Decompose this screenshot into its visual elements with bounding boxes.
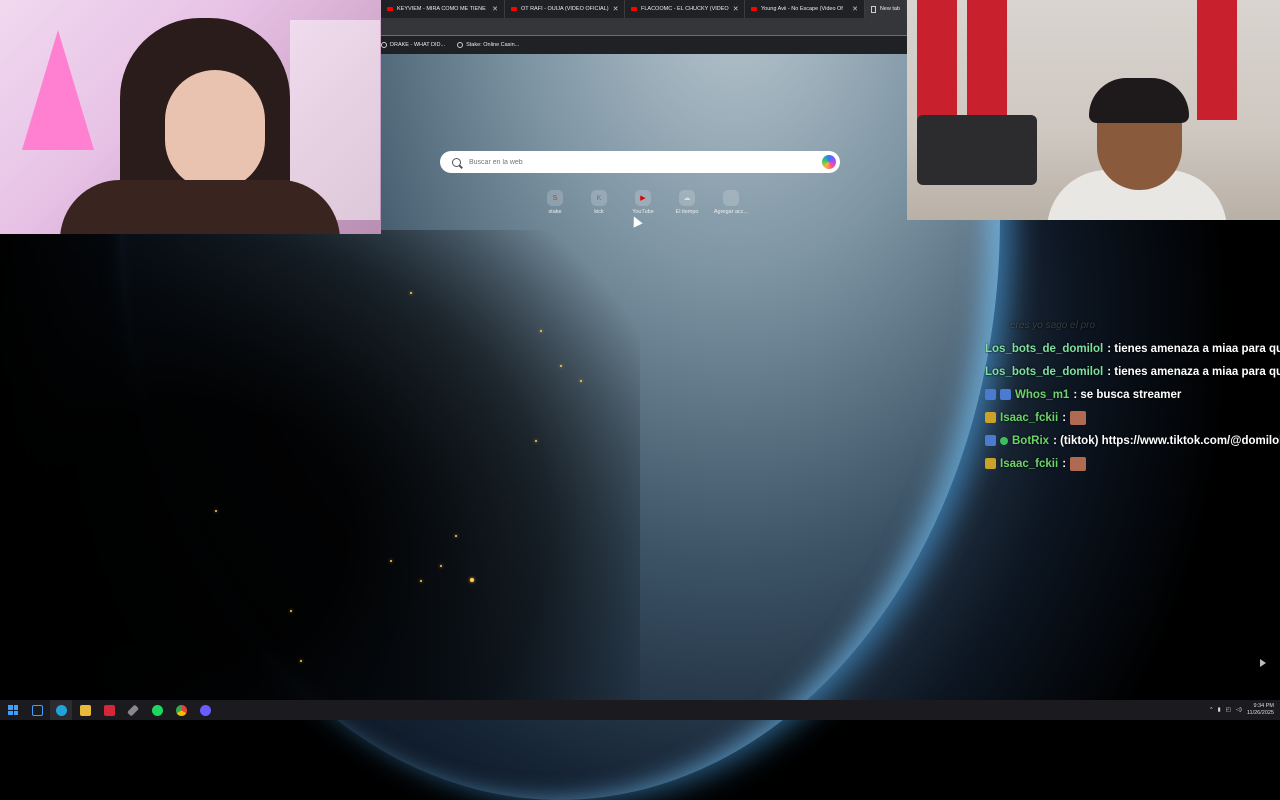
chat-message: BotRix: (tiktok) https://www.tiktok.com/… bbox=[985, 429, 1280, 452]
webcam-guest bbox=[907, 0, 1280, 220]
chat-faded-line: eres yo sago el pro bbox=[1010, 320, 1096, 331]
copilot-icon[interactable] bbox=[822, 155, 836, 169]
verified-icon bbox=[1000, 436, 1008, 445]
shortcut-add[interactable]: + Agregar acc... bbox=[714, 190, 748, 215]
shortcut-stake[interactable]: Sstake bbox=[540, 190, 570, 215]
stake-icon: S bbox=[547, 190, 563, 206]
weather-icon: ☁ bbox=[679, 190, 695, 206]
bookmark-drake[interactable]: DRAKE - WHAT DID... bbox=[381, 42, 445, 48]
app-red-button[interactable] bbox=[98, 700, 120, 720]
tab-ot-rafi[interactable]: OT RAFI - OUIJA (VIDEO OFICIAL) ✕ bbox=[505, 0, 625, 18]
badge-icon bbox=[1000, 389, 1011, 400]
chat-message: Los_bots_de_domilol: tienes amenaza a mi… bbox=[985, 365, 1280, 378]
search-icon bbox=[452, 157, 461, 167]
browser-window: KEYVIEM - MIRA COMO ME TIENE ✕ OT RAFI - … bbox=[381, 0, 907, 54]
chevron-up-icon[interactable]: ^ bbox=[1210, 707, 1213, 713]
bookmarks-bar: DRAKE - WHAT DID... Stake: Online Casin.… bbox=[381, 36, 907, 54]
plus-icon: + bbox=[723, 190, 739, 206]
spotify-button[interactable] bbox=[146, 700, 168, 720]
close-icon[interactable]: ✕ bbox=[613, 5, 619, 13]
youtube-icon bbox=[511, 7, 517, 11]
bookmark-stake[interactable]: Stake: Online Casin... bbox=[457, 42, 519, 48]
chrome-button[interactable] bbox=[170, 700, 192, 720]
webcam-streamer bbox=[0, 0, 381, 234]
badge-icon bbox=[985, 412, 996, 423]
clock[interactable]: 9:34 PM 11/26/2025 bbox=[1247, 703, 1274, 717]
play-arrow-icon[interactable] bbox=[1260, 659, 1266, 667]
folder-icon bbox=[79, 704, 91, 716]
globe-icon bbox=[457, 42, 464, 48]
start-button[interactable] bbox=[2, 700, 24, 720]
edge-button[interactable] bbox=[50, 700, 72, 720]
tab-flacoomc[interactable]: FLACOOMC - EL CHUCKY (VIDEO ✕ bbox=[625, 0, 745, 18]
tab-keyviem[interactable]: KEYVIEM - MIRA COMO ME TIENE ✕ bbox=[381, 0, 505, 18]
youtube-icon bbox=[751, 7, 757, 11]
shortcut-el-tiempo[interactable]: ☁ El tiempo bbox=[672, 190, 702, 215]
newtab-icon bbox=[871, 5, 876, 13]
taskbar: ^ ▮ ◰ ◁) 9:34 PM 11/26/2025 bbox=[0, 700, 1280, 720]
tab-bar: KEYVIEM - MIRA COMO ME TIENE ✕ OT RAFI - … bbox=[381, 0, 907, 18]
chat-message: Isaac_fckii: bbox=[985, 452, 1280, 474]
microphone-icon[interactable]: ▮ bbox=[1218, 707, 1221, 713]
earth-night-side bbox=[0, 230, 640, 700]
edge-icon bbox=[55, 704, 67, 716]
youtube-icon bbox=[631, 7, 637, 11]
app-feather-button[interactable] bbox=[122, 700, 144, 720]
system-tray: ^ ▮ ◰ ◁) 9:34 PM 11/26/2025 bbox=[1210, 703, 1274, 717]
volume-icon[interactable]: ◁) bbox=[1236, 707, 1242, 713]
windows-icon bbox=[8, 705, 18, 715]
youtube-icon: ▶ bbox=[635, 190, 651, 206]
emote-icon bbox=[1070, 456, 1087, 471]
chat-message: Los_bots_de_domilol: tienes amenaza a mi… bbox=[985, 342, 1280, 355]
pink-tree bbox=[22, 30, 94, 150]
tab-young-avii[interactable]: Young Avii - No Escape (Video Of ✕ bbox=[745, 0, 865, 18]
app-blue-button[interactable] bbox=[194, 700, 216, 720]
search-input[interactable] bbox=[467, 157, 811, 167]
app-blue-icon bbox=[199, 704, 211, 716]
network-icon[interactable]: ◰ bbox=[1226, 707, 1231, 713]
file-explorer-button[interactable] bbox=[74, 700, 96, 720]
close-icon[interactable]: ✕ bbox=[852, 5, 858, 13]
tab-new-tab[interactable]: New tab bbox=[865, 0, 907, 18]
app-red-icon bbox=[103, 704, 115, 716]
chrome-icon bbox=[175, 704, 187, 716]
youtube-icon bbox=[387, 7, 393, 11]
close-icon[interactable]: ✕ bbox=[733, 5, 739, 13]
badge-icon bbox=[985, 389, 996, 400]
chat-overlay: eres yo sago el pro Los_bots_de_domilol:… bbox=[985, 314, 1280, 474]
close-icon[interactable]: ✕ bbox=[492, 5, 498, 13]
shortcut-youtube[interactable]: ▶ YouTube bbox=[628, 190, 658, 215]
shortcut-kick[interactable]: Kkick bbox=[584, 190, 614, 215]
address-bar[interactable] bbox=[381, 18, 907, 36]
badge-icon bbox=[985, 435, 996, 446]
chat-message: Whos_m1: se busca streamer bbox=[985, 383, 1280, 406]
feather-icon bbox=[126, 703, 140, 717]
search-taskbar-button[interactable] bbox=[26, 700, 48, 720]
spotify-icon bbox=[151, 704, 163, 716]
web-search-box[interactable] bbox=[440, 151, 840, 173]
chat-message: Isaac_fckii: bbox=[985, 406, 1280, 429]
task-view-icon bbox=[31, 704, 43, 716]
globe-icon bbox=[381, 42, 387, 48]
badge-icon bbox=[985, 458, 996, 469]
shortcut-tiles: Sstake Kkick ▶ YouTube ☁ El tiempo + Agrega… bbox=[540, 190, 748, 215]
emote-icon bbox=[1070, 410, 1087, 425]
kick-icon: K bbox=[591, 190, 607, 206]
